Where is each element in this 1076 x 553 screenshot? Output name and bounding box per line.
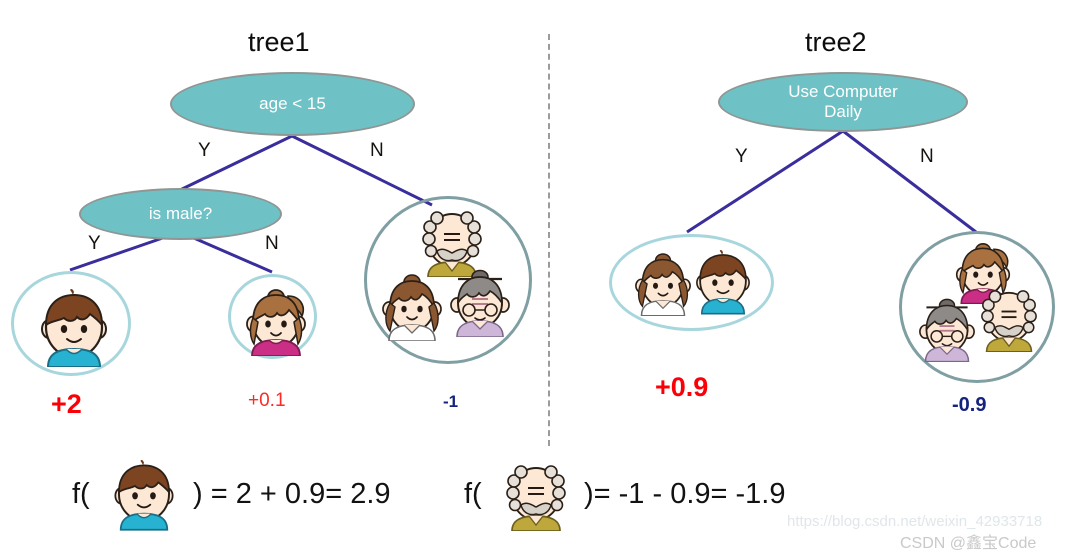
avatar-boy-icon: [110, 457, 178, 531]
tree2-root-label-line2: Daily: [824, 102, 862, 121]
avatar-boy-icon: [36, 287, 112, 367]
avatar-woman-icon: [634, 250, 692, 316]
tree1-edge-label-y-inner: Y: [88, 233, 101, 254]
formula-2-suffix: )= -1 - 0.9= -1.9: [584, 478, 786, 510]
tree1-edge-label-n-inner: N: [265, 233, 279, 254]
vertical-divider: [548, 34, 550, 446]
tree2-root-label-line1: Use Computer: [788, 82, 898, 101]
tree1-title: tree1: [248, 27, 310, 57]
tree2-edge-label-y: Y: [735, 146, 748, 167]
tree2-title: tree2: [805, 27, 867, 57]
tree2-leaf-young-pair[interactable]: [609, 234, 774, 331]
tree2-leaf-young-pair-value: +0.9: [655, 372, 709, 402]
avatar-boy-icon: [692, 246, 754, 316]
tree1-root-node[interactable]: age < 15: [170, 72, 415, 136]
watermark-author: CSDN @鑫宝Code: [900, 535, 1037, 552]
formula-1-suffix: ) = 2 + 0.9= 2.9: [193, 478, 391, 510]
watermark-url: https://blog.csdn.net/weixin_42933718: [787, 513, 1043, 530]
tree1-root-label: age < 15: [259, 94, 326, 113]
tree1-inner-label: is male?: [148, 204, 213, 223]
avatar-girl-icon: [244, 284, 308, 356]
tree2-edge-label-n: N: [920, 146, 934, 167]
tree1-leaf-elderly-value: -1: [443, 392, 459, 411]
avatar-grandpa-icon: [504, 461, 568, 531]
formula-2-prefix: f(: [464, 478, 482, 510]
avatar-grandma-icon: [449, 263, 511, 337]
diagram-canvas: tree1 age < 15 Y N is male? Y N +2 +0.1 …: [0, 0, 1076, 552]
tree2-leaf-others[interactable]: [899, 231, 1055, 383]
avatar-grandpa-icon: [980, 286, 1038, 352]
tree1-inner-node[interactable]: is male?: [79, 188, 282, 240]
formula-1-prefix: f(: [72, 478, 90, 510]
avatar-grandma-icon: [918, 292, 976, 362]
tree2-leaf-others-value: -0.9: [952, 394, 987, 416]
tree1-edge-label-n-root: N: [370, 140, 384, 161]
tree1-leaf-girl[interactable]: [228, 274, 317, 359]
tree1-leaf-boy-value: +2: [51, 389, 82, 419]
tree1-leaf-elderly-group[interactable]: [364, 196, 532, 364]
tree1-edge-label-y-root: Y: [198, 140, 211, 161]
tree1-leaf-boy[interactable]: [11, 271, 131, 376]
tree2-root-node[interactable]: Use Computer Daily: [718, 72, 968, 132]
tree1-leaf-girl-value: +0.1: [248, 390, 286, 411]
avatar-woman-icon: [381, 271, 443, 341]
